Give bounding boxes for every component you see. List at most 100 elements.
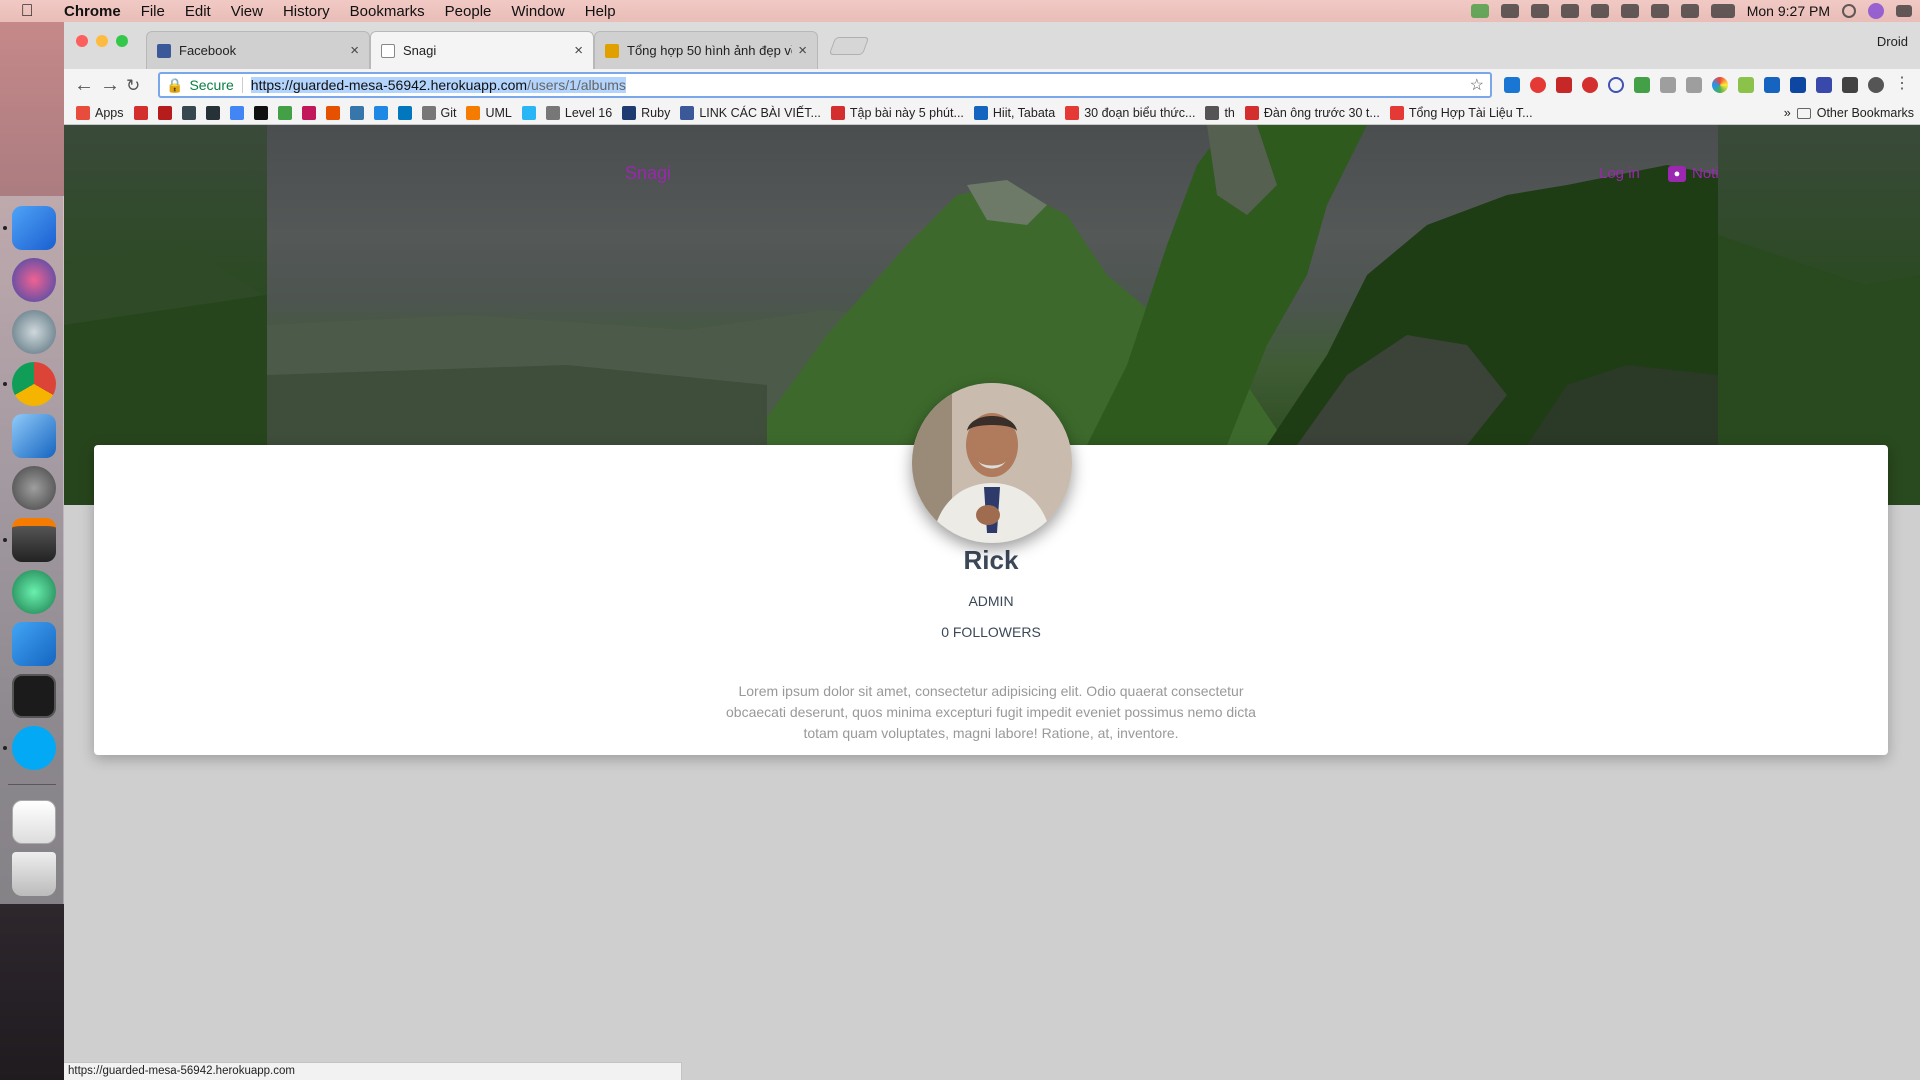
bookmark-item[interactable]: Ruby: [622, 105, 670, 120]
extension-icon[interactable]: [1790, 77, 1806, 93]
bookmark-item[interactable]: [325, 105, 340, 120]
wifi-icon[interactable]: [1500, 4, 1519, 18]
bookmark-item[interactable]: [301, 105, 316, 120]
chrome-icon[interactable]: [12, 362, 56, 406]
siri-app-icon[interactable]: [12, 258, 56, 302]
bookmark-item[interactable]: Apps: [76, 105, 124, 120]
extension-icon[interactable]: [1504, 77, 1520, 93]
chevron-double-right-icon[interactable]: »: [1784, 106, 1791, 120]
address-bar[interactable]: 🔒 Secure https://guarded-mesa-56942.hero…: [158, 72, 1492, 98]
bookmark-item[interactable]: LINK CÁC BÀI VIẾT...: [680, 105, 821, 120]
menu-people[interactable]: People: [435, 3, 502, 20]
bookmark-item[interactable]: [373, 105, 388, 120]
launchpad-icon[interactable]: [12, 310, 56, 354]
system-preferences-icon[interactable]: [12, 466, 56, 510]
profile-avatar[interactable]: [912, 383, 1072, 543]
notification-center-icon[interactable]: [1896, 5, 1912, 17]
bookmark-item[interactable]: th: [1205, 105, 1235, 120]
tab-facebook[interactable]: Facebook ×: [146, 31, 370, 69]
opera-extension-icon[interactable]: [1530, 77, 1546, 93]
spotlight-search-icon[interactable]: [1842, 4, 1856, 18]
extension-icon[interactable]: [1556, 77, 1572, 93]
tab-close-icon[interactable]: ×: [798, 42, 807, 59]
sublime-text-icon[interactable]: [12, 518, 56, 562]
block-extension-icon[interactable]: [1608, 77, 1624, 93]
tab-snagi[interactable]: Snagi ×: [370, 31, 594, 69]
login-link[interactable]: Log in: [1599, 165, 1640, 182]
bookmark-item[interactable]: [157, 105, 172, 120]
bookmark-item[interactable]: Đàn ông trước 30 t...: [1244, 105, 1380, 120]
bookmark-item[interactable]: Hiit, Tabata: [973, 105, 1055, 120]
chrome-menu-icon[interactable]: ⋮: [1894, 76, 1910, 93]
vscode-icon[interactable]: [12, 622, 56, 666]
preview-icon[interactable]: [12, 414, 56, 458]
apple-menu-icon[interactable]: : [0, 1, 54, 21]
bookmark-item[interactable]: [277, 105, 292, 120]
bookmark-item[interactable]: [229, 105, 244, 120]
airplay-icon[interactable]: [1620, 4, 1639, 18]
drive-icon[interactable]: [1530, 4, 1549, 18]
site-brand-link[interactable]: Snagi: [625, 163, 671, 184]
bookmark-item[interactable]: [397, 105, 412, 120]
bookmark-item[interactable]: UML: [466, 105, 512, 120]
sync-icon[interactable]: [1560, 4, 1579, 18]
battery-icon[interactable]: [1710, 4, 1735, 18]
menu-edit[interactable]: Edit: [175, 3, 221, 20]
bookmark-item[interactable]: Git: [421, 105, 456, 120]
close-window-button[interactable]: [76, 35, 88, 47]
extension-icon[interactable]: [1816, 77, 1832, 93]
zoom-window-button[interactable]: [116, 35, 128, 47]
reload-icon[interactable]: ↻: [126, 76, 140, 96]
bookmark-item[interactable]: [181, 105, 196, 120]
menu-file[interactable]: File: [131, 3, 175, 20]
url-text[interactable]: https://guarded-mesa-56942.herokuapp.com…: [250, 77, 626, 93]
profile-name[interactable]: Droid: [1877, 34, 1908, 49]
adblock-plus-icon[interactable]: [1582, 77, 1598, 93]
bookmark-item[interactable]: Level 16: [545, 105, 612, 120]
tab-close-icon[interactable]: ×: [574, 42, 583, 59]
bookmark-item[interactable]: Tập bài này 5 phút...: [830, 105, 964, 120]
bookmark-item[interactable]: [133, 105, 148, 120]
signal-icon[interactable]: [1470, 4, 1489, 18]
extension-icon[interactable]: [1842, 77, 1858, 93]
bookmark-star-icon[interactable]: ☆: [1470, 75, 1484, 95]
menu-history[interactable]: History: [273, 3, 340, 20]
other-bookmarks-folder[interactable]: » Other Bookmarks: [1784, 101, 1914, 125]
back-arrow-icon[interactable]: ←: [74, 74, 94, 97]
mkv-file-icon[interactable]: [12, 800, 56, 844]
new-tab-button[interactable]: [828, 37, 870, 55]
extension-icon[interactable]: [1686, 77, 1702, 93]
bookmark-item[interactable]: [205, 105, 220, 120]
phone-icon[interactable]: [1590, 4, 1609, 18]
menu-view[interactable]: View: [221, 3, 273, 20]
minimize-window-button[interactable]: [96, 35, 108, 47]
bookmark-item[interactable]: [253, 105, 268, 120]
bookmark-item[interactable]: Tổng Hợp Tài Liệu T...: [1389, 105, 1533, 120]
menu-app-name[interactable]: Chrome: [54, 3, 131, 20]
finder-icon[interactable]: [12, 206, 56, 250]
extension-icon[interactable]: [1868, 77, 1884, 93]
menubar-clock[interactable]: Mon 9:27 PM: [1747, 3, 1830, 19]
extension-icon[interactable]: [1738, 77, 1754, 93]
tab-close-icon[interactable]: ×: [350, 42, 359, 59]
notification-link[interactable]: ● Notification: [1668, 165, 1718, 182]
volume-icon[interactable]: [1680, 4, 1699, 18]
menu-help[interactable]: Help: [575, 3, 626, 20]
bookmark-item[interactable]: 30 đoạn biểu thức...: [1065, 105, 1195, 120]
color-picker-extension-icon[interactable]: [1712, 77, 1728, 93]
extension-icon[interactable]: [1764, 77, 1780, 93]
menu-window[interactable]: Window: [501, 3, 574, 20]
gmail-extension-icon[interactable]: [1660, 77, 1676, 93]
trash-icon[interactable]: [12, 852, 56, 896]
tab-tong-hop[interactable]: Tổng hợp 50 hình ảnh đẹp về ×: [594, 31, 818, 69]
profile-followers-count[interactable]: 0 FOLLOWERS: [94, 624, 1888, 640]
bookmark-item[interactable]: [349, 105, 364, 120]
forward-arrow-icon[interactable]: →: [100, 74, 120, 97]
eject-icon[interactable]: [1650, 4, 1669, 18]
extension-icon[interactable]: [1634, 77, 1650, 93]
skype-icon[interactable]: [12, 726, 56, 770]
bookmark-item[interactable]: [521, 105, 536, 120]
terminal-icon[interactable]: [12, 674, 56, 718]
siri-icon[interactable]: [1868, 3, 1884, 19]
menu-bookmarks[interactable]: Bookmarks: [340, 3, 435, 20]
